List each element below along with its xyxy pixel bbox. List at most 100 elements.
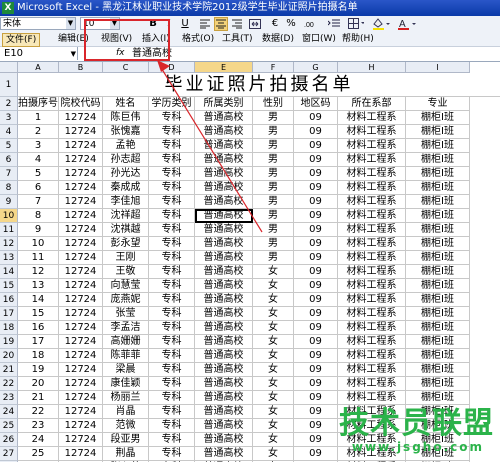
table-cell[interactable]: 普通高校 bbox=[195, 377, 253, 391]
table-cell[interactable]: 9 bbox=[18, 223, 59, 237]
table-cell[interactable]: 男 bbox=[253, 153, 294, 167]
table-cell[interactable]: 普通高校 bbox=[195, 447, 253, 461]
table-cell[interactable]: 专科 bbox=[149, 167, 195, 181]
column-header-c[interactable]: C bbox=[103, 62, 149, 73]
table-cell[interactable]: 女 bbox=[253, 265, 294, 279]
table-cell[interactable]: 男 bbox=[253, 181, 294, 195]
table-cell[interactable]: 张莹 bbox=[103, 307, 149, 321]
table-cell[interactable]: 段亚男 bbox=[103, 433, 149, 447]
table-cell[interactable]: 材料工程系 bbox=[338, 195, 406, 209]
table-cell[interactable]: 棚柜Ⅰ班 bbox=[406, 419, 470, 433]
table-cell[interactable]: 普通高校 bbox=[195, 209, 253, 223]
table-cell[interactable]: 李孟洁 bbox=[103, 321, 149, 335]
table-cell[interactable]: 棚柜Ⅰ班 bbox=[406, 447, 470, 461]
table-cell[interactable]: 专科 bbox=[149, 321, 195, 335]
row-header[interactable]: 2 bbox=[0, 97, 18, 111]
align-left-icon[interactable] bbox=[198, 17, 212, 31]
table-cell[interactable]: 12724 bbox=[59, 433, 103, 447]
row-header[interactable]: 13 bbox=[0, 251, 18, 265]
table-cell[interactable]: 彭永望 bbox=[103, 237, 149, 251]
table-cell[interactable]: 09 bbox=[294, 307, 338, 321]
table-cell[interactable]: 09 bbox=[294, 433, 338, 447]
table-cell[interactable]: 康佳颖 bbox=[103, 377, 149, 391]
table-cell[interactable]: 女 bbox=[253, 349, 294, 363]
table-cell[interactable]: 17 bbox=[18, 335, 59, 349]
table-cell[interactable]: 棚柜Ⅰ班 bbox=[406, 433, 470, 447]
table-cell[interactable]: 普通高校 bbox=[195, 335, 253, 349]
table-cell[interactable]: 12724 bbox=[59, 139, 103, 153]
table-cell[interactable]: 12724 bbox=[59, 195, 103, 209]
table-cell[interactable]: 普通高校 bbox=[195, 237, 253, 251]
row-header[interactable]: 23 bbox=[0, 391, 18, 405]
table-cell[interactable]: 09 bbox=[294, 447, 338, 461]
table-cell[interactable]: 棚柜Ⅰ班 bbox=[406, 125, 470, 139]
table-cell[interactable]: 09 bbox=[294, 125, 338, 139]
align-right-icon[interactable] bbox=[230, 17, 244, 31]
table-cell[interactable]: 普通高校 bbox=[195, 419, 253, 433]
table-cell[interactable]: 棚柜Ⅰ班 bbox=[406, 251, 470, 265]
table-cell[interactable]: 材料工程系 bbox=[338, 167, 406, 181]
table-cell[interactable]: 12724 bbox=[59, 167, 103, 181]
table-cell[interactable]: 棚柜Ⅰ班 bbox=[406, 153, 470, 167]
table-cell[interactable]: 孙光达 bbox=[103, 167, 149, 181]
row-header[interactable]: 18 bbox=[0, 321, 18, 335]
row-header[interactable]: 12 bbox=[0, 237, 18, 251]
table-cell[interactable]: 7 bbox=[18, 195, 59, 209]
table-cell[interactable]: 材料工程系 bbox=[338, 391, 406, 405]
spreadsheet-grid[interactable]: A B C D E F G H I 1 毕业证照片拍摄名单 2 拍摄序号 院校代码 姓名 学历类别 所属类别 性别… bbox=[0, 62, 500, 462]
menu-format[interactable]: 格式(O) bbox=[182, 33, 214, 45]
row-header[interactable]: 14 bbox=[0, 265, 18, 279]
table-cell[interactable]: 12724 bbox=[59, 335, 103, 349]
table-cell[interactable]: 专科 bbox=[149, 447, 195, 461]
table-cell[interactable]: 沈祺越 bbox=[103, 223, 149, 237]
table-cell[interactable]: 14 bbox=[18, 293, 59, 307]
menu-edit[interactable]: 编辑(E) bbox=[58, 33, 89, 45]
table-cell[interactable]: 普通高校 bbox=[195, 139, 253, 153]
row-header[interactable]: 1 bbox=[0, 73, 18, 97]
table-cell[interactable]: 12724 bbox=[59, 391, 103, 405]
table-cell[interactable]: 09 bbox=[294, 419, 338, 433]
table-cell[interactable]: 12724 bbox=[59, 153, 103, 167]
table-cell[interactable]: 李佳旭 bbox=[103, 195, 149, 209]
table-cell[interactable]: 材料工程系 bbox=[338, 125, 406, 139]
table-cell[interactable]: 12724 bbox=[59, 377, 103, 391]
table-cell[interactable]: 材料工程系 bbox=[338, 153, 406, 167]
table-cell[interactable]: 棚柜Ⅰ班 bbox=[406, 265, 470, 279]
table-cell[interactable]: 材料工程系 bbox=[338, 335, 406, 349]
merge-center-icon[interactable] bbox=[248, 17, 262, 31]
table-cell[interactable]: 12724 bbox=[59, 419, 103, 433]
table-cell[interactable]: 专科 bbox=[149, 377, 195, 391]
table-cell[interactable]: 材料工程系 bbox=[338, 209, 406, 223]
row-header[interactable]: 6 bbox=[0, 153, 18, 167]
table-cell[interactable]: 女 bbox=[253, 363, 294, 377]
table-cell[interactable]: 普通高校 bbox=[195, 265, 253, 279]
row-header[interactable]: 11 bbox=[0, 223, 18, 237]
row-header[interactable]: 7 bbox=[0, 167, 18, 181]
table-cell[interactable]: 12724 bbox=[59, 265, 103, 279]
table-cell[interactable]: 张愧嘉 bbox=[103, 125, 149, 139]
percent-button[interactable]: % bbox=[284, 17, 298, 31]
row-header[interactable]: 20 bbox=[0, 349, 18, 363]
table-cell[interactable]: 普通高校 bbox=[195, 279, 253, 293]
table-cell[interactable]: 普通高校 bbox=[195, 223, 253, 237]
table-cell[interactable]: 材料工程系 bbox=[338, 377, 406, 391]
table-cell[interactable]: 专科 bbox=[149, 139, 195, 153]
table-cell[interactable]: 09 bbox=[294, 293, 338, 307]
row-header[interactable]: 4 bbox=[0, 125, 18, 139]
table-cell[interactable]: 女 bbox=[253, 307, 294, 321]
table-cell[interactable]: 09 bbox=[294, 167, 338, 181]
table-cell[interactable]: 专科 bbox=[149, 279, 195, 293]
column-header-g[interactable]: G bbox=[294, 62, 338, 73]
menu-tools[interactable]: 工具(T) bbox=[222, 33, 253, 45]
table-cell[interactable]: 材料工程系 bbox=[338, 419, 406, 433]
table-cell[interactable]: 23 bbox=[18, 419, 59, 433]
column-title-cell[interactable]: 学历类别 bbox=[149, 97, 195, 111]
table-cell[interactable]: 普通高校 bbox=[195, 111, 253, 125]
table-cell[interactable]: 女 bbox=[253, 321, 294, 335]
formula-input[interactable]: 普通高校 bbox=[132, 47, 172, 60]
name-box[interactable]: E10 ▼ bbox=[0, 47, 78, 60]
table-cell[interactable]: 材料工程系 bbox=[338, 251, 406, 265]
table-cell[interactable]: 专科 bbox=[149, 111, 195, 125]
row-header[interactable]: 10 bbox=[0, 209, 18, 223]
table-cell[interactable]: 11 bbox=[18, 251, 59, 265]
